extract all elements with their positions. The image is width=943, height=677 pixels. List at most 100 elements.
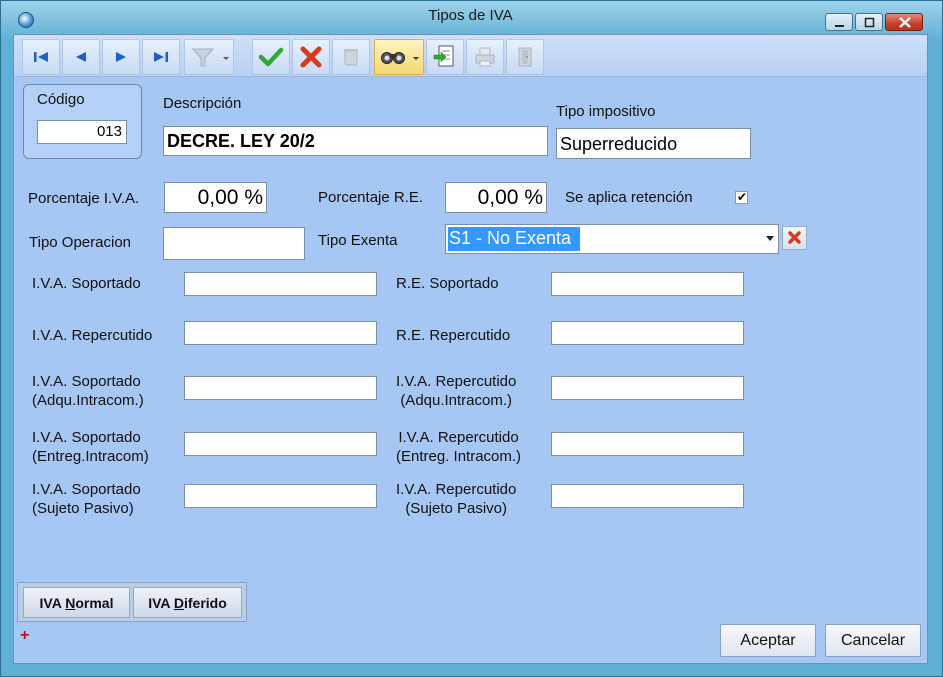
next-record-icon xyxy=(116,52,126,62)
last-record-button[interactable] xyxy=(142,39,180,75)
search-button[interactable] xyxy=(374,39,424,75)
iva-repercutido-suj-label: I.V.A. Repercutido (Sujeto Pasivo) xyxy=(396,480,516,518)
porcentaje-iva-value: 0,00 % xyxy=(197,186,263,209)
iva-soportado-ent-label: I.V.A. Soportado (Entreg.Intracom) xyxy=(32,428,149,466)
next-record-button[interactable] xyxy=(102,39,140,75)
maximize-icon xyxy=(864,17,875,28)
close-icon xyxy=(899,17,911,28)
iva-repercutido-suj-label-line1: I.V.A. Repercutido xyxy=(396,481,517,498)
tab-iva-normal-accesskey: N xyxy=(65,595,76,611)
iva-soportado-suj-label-line2: (Sujeto Pasivo) xyxy=(32,500,134,517)
iva-repercutido-ent-label: I.V.A. Repercutido (Entreg. Intracom.) xyxy=(396,428,521,466)
iva-soportado-adq-label-line1: I.V.A. Soportado xyxy=(32,373,141,390)
re-repercutido-label: R.E. Repercutido xyxy=(396,327,511,344)
iva-soportado-suj-input[interactable] xyxy=(184,484,377,508)
filter-button[interactable] xyxy=(184,39,234,75)
previous-record-icon xyxy=(76,52,86,62)
codigo-input[interactable]: 013 xyxy=(37,120,127,144)
porcentaje-iva-label: Porcentaje I.V.A. xyxy=(28,190,140,207)
codigo-label: Código xyxy=(37,91,85,108)
re-soportado-label: R.E. Soportado xyxy=(396,275,499,292)
binoculars-icon xyxy=(381,52,419,64)
iva-soportado-adq-label: I.V.A. Soportado (Adqu.Intracom.) xyxy=(32,372,144,410)
codigo-value: 013 xyxy=(96,123,122,140)
delete-record-button[interactable] xyxy=(332,39,370,75)
clear-x-icon xyxy=(788,231,801,244)
tab-iva-diferido-prefix: IVA xyxy=(148,595,174,611)
chevron-down-icon[interactable] xyxy=(766,236,774,242)
iva-soportado-label: I.V.A. Soportado xyxy=(32,275,141,292)
close-button[interactable] xyxy=(885,13,923,31)
retencion-checkbox[interactable]: ✔ xyxy=(735,191,748,204)
tab-iva-normal[interactable]: IVA Normal xyxy=(23,587,130,618)
accept-record-button[interactable] xyxy=(252,39,290,75)
porcentaje-iva-input[interactable]: 0,00 % xyxy=(164,182,267,213)
tipo-impositivo-label: Tipo impositivo xyxy=(556,103,656,120)
re-soportado-input[interactable] xyxy=(551,272,744,296)
first-record-button[interactable] xyxy=(22,39,60,75)
export-button[interactable] xyxy=(426,39,464,75)
tab-iva-diferido[interactable]: IVA Diferido xyxy=(133,587,242,618)
iva-repercutido-adq-label-line1: I.V.A. Repercutido xyxy=(396,373,517,390)
tipo-exenta-value: S1 - No Exenta xyxy=(449,228,572,248)
porcentaje-re-input[interactable]: 0,00 % xyxy=(445,182,547,213)
window-title: Tipos de IVA xyxy=(428,7,513,24)
iva-soportado-input[interactable] xyxy=(184,272,377,296)
descripcion-value: DECRE. LEY 20/2 xyxy=(167,131,315,151)
iva-repercutido-label: I.V.A. Repercutido xyxy=(32,327,153,344)
minimize-icon xyxy=(835,25,844,27)
first-record-icon xyxy=(34,52,48,62)
tipo-impositivo-input[interactable]: Superreducido xyxy=(556,128,751,159)
descripcion-input[interactable]: DECRE. LEY 20/2 xyxy=(163,126,548,156)
iva-repercutido-adq-label-line2: (Adqu.Intracom.) xyxy=(400,392,513,409)
exit-door-icon xyxy=(518,47,532,67)
iva-repercutido-adq-label: I.V.A. Repercutido (Adqu.Intracom.) xyxy=(396,372,516,410)
print-button[interactable] xyxy=(466,39,504,75)
iva-repercutido-suj-input[interactable] xyxy=(551,484,744,508)
iva-soportado-suj-label-line1: I.V.A. Soportado xyxy=(32,481,141,498)
tab-iva-normal-suffix: ormal xyxy=(75,595,114,611)
iva-soportado-ent-label-line1: I.V.A. Soportado xyxy=(32,429,141,446)
previous-record-button[interactable] xyxy=(62,39,100,75)
iva-repercutido-adq-input[interactable] xyxy=(551,376,744,400)
export-document-icon xyxy=(433,45,454,67)
iva-repercutido-ent-input[interactable] xyxy=(551,432,744,456)
clear-tipo-exenta-button[interactable] xyxy=(782,226,807,250)
printer-icon xyxy=(475,47,495,67)
iva-repercutido-suj-label-line2: (Sujeto Pasivo) xyxy=(405,500,508,517)
tab-iva-diferido-suffix: iferido xyxy=(184,595,227,611)
tipo-operacion-label: Tipo Operacion xyxy=(29,234,131,251)
porcentaje-re-value: 0,00 % xyxy=(477,186,543,209)
iva-soportado-adq-input[interactable] xyxy=(184,376,377,400)
last-record-icon xyxy=(154,52,168,62)
tab-iva-diferido-accesskey: D xyxy=(173,595,184,611)
iva-soportado-suj-label: I.V.A. Soportado (Sujeto Pasivo) xyxy=(32,480,141,518)
retencion-label: Se aplica retención xyxy=(565,189,693,206)
cancelar-button[interactable]: Cancelar xyxy=(825,624,921,657)
expand-icon[interactable]: + xyxy=(20,628,29,644)
checkmark-icon xyxy=(258,47,284,67)
minimize-button[interactable] xyxy=(825,13,853,31)
iva-repercutido-ent-label-line1: I.V.A. Repercutido xyxy=(398,429,519,446)
tipo-operacion-input[interactable] xyxy=(163,227,305,260)
iva-soportado-ent-label-line2: (Entreg.Intracom) xyxy=(32,448,149,465)
re-repercutido-input[interactable] xyxy=(551,321,744,345)
iva-repercutido-ent-label-line2: (Entreg. Intracom.) xyxy=(396,448,522,465)
filter-icon xyxy=(191,48,229,67)
tipo-exenta-label: Tipo Exenta xyxy=(318,232,398,249)
checkmark-icon: ✔ xyxy=(737,190,748,204)
iva-repercutido-input[interactable] xyxy=(184,321,377,345)
tipo-impositivo-value: Superreducido xyxy=(560,134,678,154)
aceptar-button[interactable]: Aceptar xyxy=(720,624,816,657)
tipo-exenta-select[interactable]: S1 - No Exenta xyxy=(445,224,779,254)
trash-icon xyxy=(344,49,358,66)
cancel-record-button[interactable] xyxy=(292,39,330,75)
exit-button[interactable] xyxy=(506,39,544,75)
iva-soportado-ent-input[interactable] xyxy=(184,432,377,456)
maximize-button[interactable] xyxy=(855,13,883,31)
porcentaje-re-label: Porcentaje R.E. xyxy=(318,189,424,206)
descripcion-label: Descripción xyxy=(163,95,242,112)
title-bar[interactable]: Tipos de IVA xyxy=(0,0,941,31)
iva-soportado-adq-label-line2: (Adqu.Intracom.) xyxy=(32,392,144,409)
cancel-x-icon xyxy=(300,46,322,68)
